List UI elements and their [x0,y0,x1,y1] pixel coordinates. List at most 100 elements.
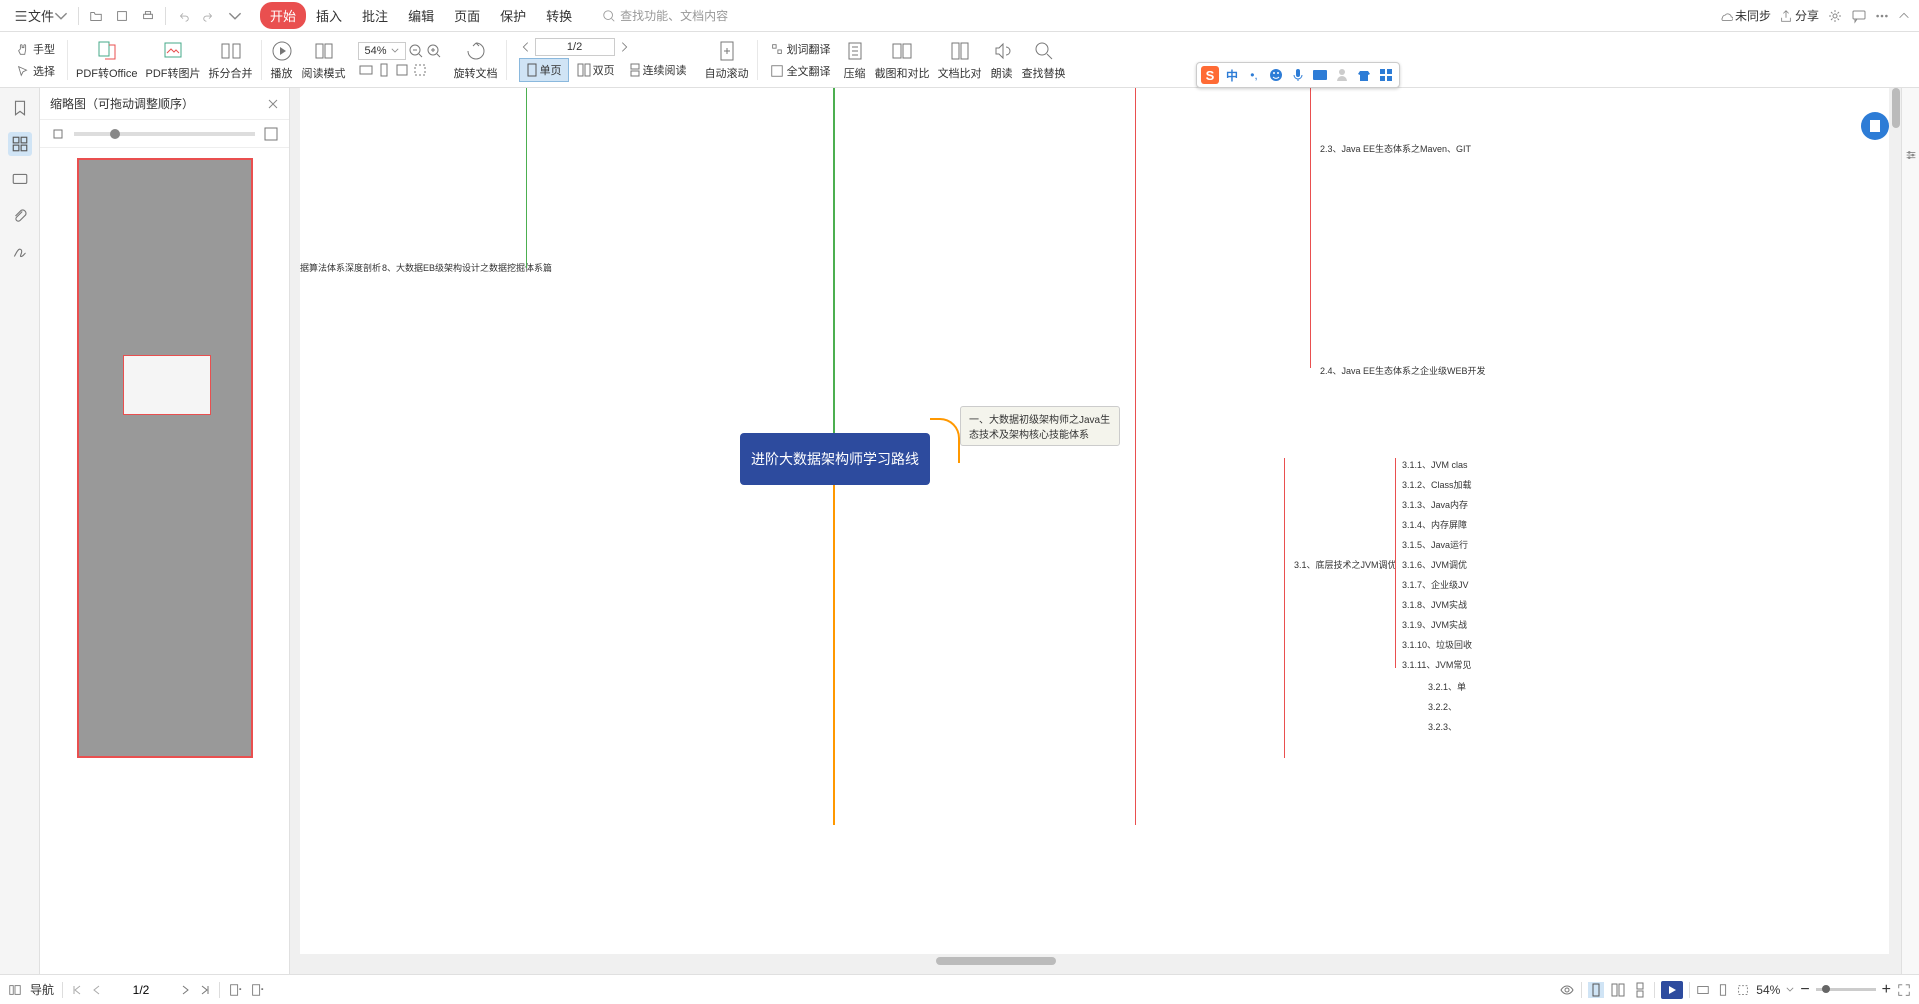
pdf-to-office-button[interactable]: PDF转Office [72,39,142,81]
thumbnail-page-1[interactable] [77,158,253,758]
nav-icon[interactable] [8,983,22,997]
thumb-small-icon[interactable] [50,126,66,142]
ime-punct-icon[interactable]: •, [1245,66,1263,84]
thumb-large-icon[interactable] [263,126,279,142]
comment-panel-button[interactable] [8,168,32,192]
search-box[interactable]: 查找功能、文档内容 [602,7,728,24]
scrollbar-thumb[interactable] [936,957,1056,965]
single-page-button[interactable]: 单页 [519,58,569,82]
vertical-scrollbar[interactable] [1891,88,1901,954]
actual-size-icon[interactable] [394,62,410,78]
close-icon[interactable] [267,98,279,110]
thumbnail-content[interactable] [40,148,289,974]
zoom-out-status[interactable]: − [1800,981,1809,999]
sync-status[interactable]: 未同步 [1719,7,1771,24]
gear-icon[interactable] [1827,8,1843,24]
hand-tool[interactable]: 手型 [12,39,59,59]
page-remove-icon[interactable] [250,983,264,997]
print-button[interactable] [135,7,161,25]
open-button[interactable] [83,7,109,25]
fit-width-icon[interactable] [358,62,374,78]
compress-button[interactable]: 压缩 [839,39,871,81]
rotate-button[interactable]: 旋转文档 [450,39,502,81]
chevron-down-icon[interactable] [1786,987,1794,992]
page-indicator[interactable]: 1/2 [535,38,615,56]
settings-icon[interactable] [1904,148,1918,162]
thumbnail-size-slider[interactable] [74,132,255,136]
horizontal-scrollbar[interactable] [300,956,1889,966]
bookmark-panel-button[interactable] [8,96,32,120]
fit-page-status-icon[interactable] [1716,983,1730,997]
auto-scroll-button[interactable]: 自动滚动 [701,39,753,81]
fit-page-icon[interactable] [376,62,392,78]
eye-icon[interactable] [1559,982,1575,998]
signature-panel-button[interactable] [8,240,32,264]
ime-voice-icon[interactable] [1289,66,1307,84]
select-tool[interactable]: 选择 [12,61,59,81]
doc-compare-button[interactable]: 文档比对 [934,39,986,81]
ime-lang-icon[interactable]: 中 [1223,66,1241,84]
slider-knob[interactable] [110,129,120,139]
play-status-button[interactable] [1661,981,1683,999]
split-merge-button[interactable]: 拆分合并 [205,39,257,81]
play-button[interactable]: 播放 [266,39,298,81]
undo-button[interactable] [170,7,196,25]
next-page-icon[interactable] [179,984,191,996]
scrollbar-thumb[interactable] [1892,88,1900,128]
fit-width-status-icon[interactable] [1696,983,1710,997]
thumbnail-viewport[interactable] [123,355,211,415]
zoom-dropdown[interactable]: 54% [358,42,406,60]
next-page-icon[interactable] [617,40,631,54]
redo-button[interactable] [196,7,222,25]
tab-convert[interactable]: 转换 [536,2,582,29]
read-mode-button[interactable]: 阅读模式 [298,39,350,81]
view-double-icon[interactable] [1610,982,1626,998]
share-button[interactable]: 分享 [1779,7,1819,24]
full-translate-button[interactable]: 全文翻译 [766,61,835,81]
tab-annotate[interactable]: 批注 [352,2,398,29]
ime-toolbar[interactable]: S 中 •, [1196,62,1400,88]
continuous-button[interactable]: 连续阅读 [623,59,693,81]
first-page-icon[interactable] [71,984,83,996]
last-page-icon[interactable] [199,984,211,996]
zoom-status-label[interactable]: 54% [1756,983,1780,997]
nav-label[interactable]: 导航 [30,981,54,998]
tab-start[interactable]: 开始 [260,2,306,29]
more-icon[interactable] [1875,9,1889,23]
page-add-icon[interactable] [228,983,242,997]
double-page-button[interactable]: 双页 [571,59,621,81]
fullscreen-icon[interactable] [1897,983,1911,997]
tab-edit[interactable]: 编辑 [398,2,444,29]
screenshot-compare-button[interactable]: 截图和对比 [871,39,934,81]
tab-insert[interactable]: 插入 [306,2,352,29]
tab-page[interactable]: 页面 [444,2,490,29]
attachment-panel-button[interactable] [8,204,32,228]
ime-logo-icon[interactable]: S [1201,66,1219,84]
zoom-in-icon[interactable] [426,43,442,59]
page-nav-input[interactable] [111,983,171,997]
zoom-slider[interactable] [1816,988,1876,991]
marquee-icon[interactable] [412,62,428,78]
floating-action-button[interactable] [1861,112,1889,140]
document-canvas[interactable]: 据算法体系深度剖析 8、大数据EB级架构设计之数据挖掘体系篇 进阶大数据架构师学… [300,88,1889,954]
zoom-in-status[interactable]: + [1882,981,1891,999]
zoom-select-icon[interactable] [1736,983,1750,997]
file-menu-button[interactable]: 文件 [8,4,74,27]
pdf-to-image-button[interactable]: PDF转图片 [142,39,205,81]
message-icon[interactable] [1851,8,1867,24]
ime-toolbox-icon[interactable] [1377,66,1395,84]
prev-page-icon[interactable] [91,984,103,996]
zoom-slider-knob[interactable] [1822,985,1830,993]
view-continuous-icon[interactable] [1632,982,1648,998]
prev-page-icon[interactable] [519,40,533,54]
thumbnail-panel-button[interactable] [8,132,32,156]
find-replace-button[interactable]: 查找替换 [1018,39,1070,81]
ime-emoji-icon[interactable] [1267,66,1285,84]
read-aloud-button[interactable]: 朗读 [986,39,1018,81]
ime-skin-icon[interactable] [1355,66,1373,84]
tab-protect[interactable]: 保护 [490,2,536,29]
save-button[interactable] [109,7,135,25]
zoom-out-icon[interactable] [408,43,424,59]
collapse-icon[interactable] [1897,9,1911,23]
view-single-icon[interactable] [1588,982,1604,998]
